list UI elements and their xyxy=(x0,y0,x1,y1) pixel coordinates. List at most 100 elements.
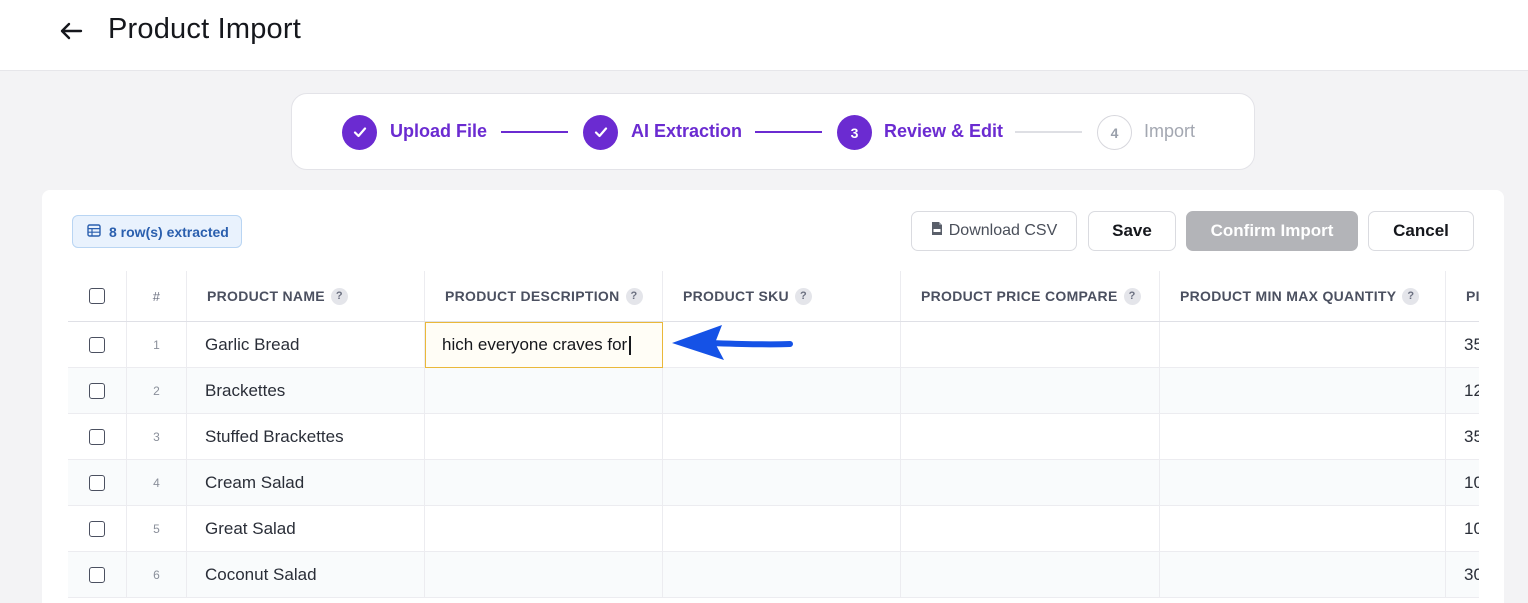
row-number: 5 xyxy=(127,506,187,551)
product-min-max-cell[interactable] xyxy=(1160,460,1446,505)
product-sku-cell[interactable] xyxy=(663,460,901,505)
row-number: 3 xyxy=(127,414,187,459)
product-sku-cell[interactable] xyxy=(663,552,901,597)
product-description-cell[interactable] xyxy=(425,460,663,505)
download-csv-button[interactable]: Download CSV xyxy=(911,211,1077,251)
product-price-cell[interactable]: 12 xyxy=(1446,368,1479,413)
product-name-cell[interactable]: Cream Salad xyxy=(187,460,425,505)
download-csv-label: Download CSV xyxy=(948,222,1058,239)
step-connector xyxy=(755,131,822,133)
column-header-product-min-max-quantity[interactable]: PRODUCT MIN MAX QUANTITY? xyxy=(1160,271,1446,321)
arrow-left-annotation-icon xyxy=(670,322,796,362)
row-select-cell xyxy=(68,552,127,597)
product-price-compare-cell[interactable] xyxy=(901,460,1160,505)
row-checkbox[interactable] xyxy=(89,474,105,491)
products-table: # PRODUCT NAME? PRODUCT DESCRIPTION? PRO… xyxy=(68,271,1479,603)
product-sku-cell[interactable] xyxy=(663,506,901,551)
help-icon[interactable]: ? xyxy=(625,287,643,305)
product-name-cell[interactable]: Stuffed Brackettes xyxy=(187,414,425,459)
rows-badge-text: 8 row(s) extracted xyxy=(109,223,229,240)
product-description-editor[interactable]: hich everyone craves for xyxy=(425,322,663,368)
product-price-cell[interactable]: 35 xyxy=(1446,322,1479,367)
table-row[interactable]: 5 Great Salad 10 xyxy=(68,506,1479,552)
row-select-cell xyxy=(68,414,127,459)
product-min-max-cell[interactable] xyxy=(1160,322,1446,367)
save-button[interactable]: Save xyxy=(1088,211,1176,251)
product-price-cell[interactable]: 35 xyxy=(1446,414,1479,459)
table-row[interactable]: 4 Cream Salad 10 xyxy=(68,460,1479,506)
arrow-left-icon xyxy=(59,21,83,46)
column-header-label: PRODUCT DESCRIPTION xyxy=(445,288,620,304)
row-select-cell xyxy=(68,506,127,551)
page-title: Product Import xyxy=(108,13,301,45)
row-number: 1 xyxy=(127,322,187,367)
step-3-label: Review & Edit xyxy=(884,121,1004,141)
row-checkbox[interactable] xyxy=(89,566,105,583)
csv-file-icon xyxy=(931,221,943,241)
column-header-product-description[interactable]: PRODUCT DESCRIPTION? xyxy=(425,271,663,321)
help-icon[interactable]: ? xyxy=(1402,287,1420,305)
top-bar: Product Import xyxy=(0,0,1528,71)
product-min-max-cell[interactable] xyxy=(1160,368,1446,413)
product-description-input-text: hich everyone craves for xyxy=(442,335,628,354)
product-price-cell[interactable]: 10 xyxy=(1446,506,1479,551)
table-header-row: # PRODUCT NAME? PRODUCT DESCRIPTION? PRO… xyxy=(68,271,1479,322)
product-price-cell[interactable]: 10 xyxy=(1446,460,1479,505)
row-checkbox[interactable] xyxy=(89,336,105,353)
product-min-max-cell[interactable] xyxy=(1160,506,1446,551)
product-price-cell[interactable]: 30 xyxy=(1446,552,1479,597)
product-price-compare-cell[interactable] xyxy=(901,322,1160,367)
row-checkbox[interactable] xyxy=(89,382,105,399)
product-description-cell[interactable] xyxy=(425,506,663,551)
help-icon[interactable]: ? xyxy=(794,287,812,305)
table-icon xyxy=(87,223,101,240)
step-4-marker: 4 xyxy=(1097,115,1132,150)
row-checkbox[interactable] xyxy=(89,520,105,537)
text-caret xyxy=(629,335,631,355)
product-price-compare-cell[interactable] xyxy=(901,506,1160,551)
column-header-label: PRODUCT SKU xyxy=(683,288,789,304)
product-description-cell[interactable] xyxy=(425,414,663,459)
column-header-product-price-compare[interactable]: PRODUCT PRICE COMPARE? xyxy=(901,271,1160,321)
row-checkbox[interactable] xyxy=(89,428,105,445)
step-connector xyxy=(501,131,568,133)
product-description-cell[interactable] xyxy=(425,368,663,413)
row-number: 6 xyxy=(127,552,187,597)
row-select-cell xyxy=(68,460,127,505)
product-price-compare-cell[interactable] xyxy=(901,414,1160,459)
row-select-cell xyxy=(68,322,127,367)
column-header-product-price[interactable]: PI xyxy=(1446,271,1479,321)
back-button[interactable] xyxy=(56,18,86,48)
product-min-max-cell[interactable] xyxy=(1160,552,1446,597)
select-all-cell xyxy=(68,271,127,321)
column-header-label: PRODUCT NAME xyxy=(207,288,325,304)
step-2-label: AI Extraction xyxy=(631,121,743,141)
help-icon[interactable]: ? xyxy=(1123,287,1141,305)
product-sku-cell[interactable] xyxy=(663,368,901,413)
column-header-label: PRODUCT PRICE COMPARE xyxy=(921,288,1118,304)
help-icon[interactable]: ? xyxy=(330,287,348,305)
product-min-max-cell[interactable] xyxy=(1160,414,1446,459)
product-price-compare-cell[interactable] xyxy=(901,368,1160,413)
product-name-cell[interactable]: Brackettes xyxy=(187,368,425,413)
column-header-product-name[interactable]: PRODUCT NAME? xyxy=(187,271,425,321)
table-row[interactable]: 2 Brackettes 12 xyxy=(68,368,1479,414)
product-price-compare-cell[interactable] xyxy=(901,552,1160,597)
step-2-marker xyxy=(583,115,618,150)
row-select-cell xyxy=(68,368,127,413)
confirm-import-button[interactable]: Confirm Import xyxy=(1186,211,1358,251)
select-all-checkbox[interactable] xyxy=(89,288,105,304)
column-header-label: PRODUCT MIN MAX QUANTITY xyxy=(1180,288,1397,304)
product-sku-cell[interactable] xyxy=(663,414,901,459)
check-icon xyxy=(594,125,608,141)
cancel-button[interactable]: Cancel xyxy=(1368,211,1474,251)
product-description-cell[interactable] xyxy=(425,552,663,597)
table-row[interactable]: 3 Stuffed Brackettes 35 xyxy=(68,414,1479,460)
column-header-product-sku[interactable]: PRODUCT SKU? xyxy=(663,271,901,321)
product-name-cell[interactable]: Coconut Salad xyxy=(187,552,425,597)
import-stepper: Upload File AI Extraction 3 Review & Edi… xyxy=(291,93,1255,170)
table-row[interactable]: 6 Coconut Salad 30 xyxy=(68,552,1479,598)
product-name-cell[interactable]: Great Salad xyxy=(187,506,425,551)
step-1-marker xyxy=(342,115,377,150)
product-name-cell[interactable]: Garlic Bread xyxy=(187,322,425,367)
